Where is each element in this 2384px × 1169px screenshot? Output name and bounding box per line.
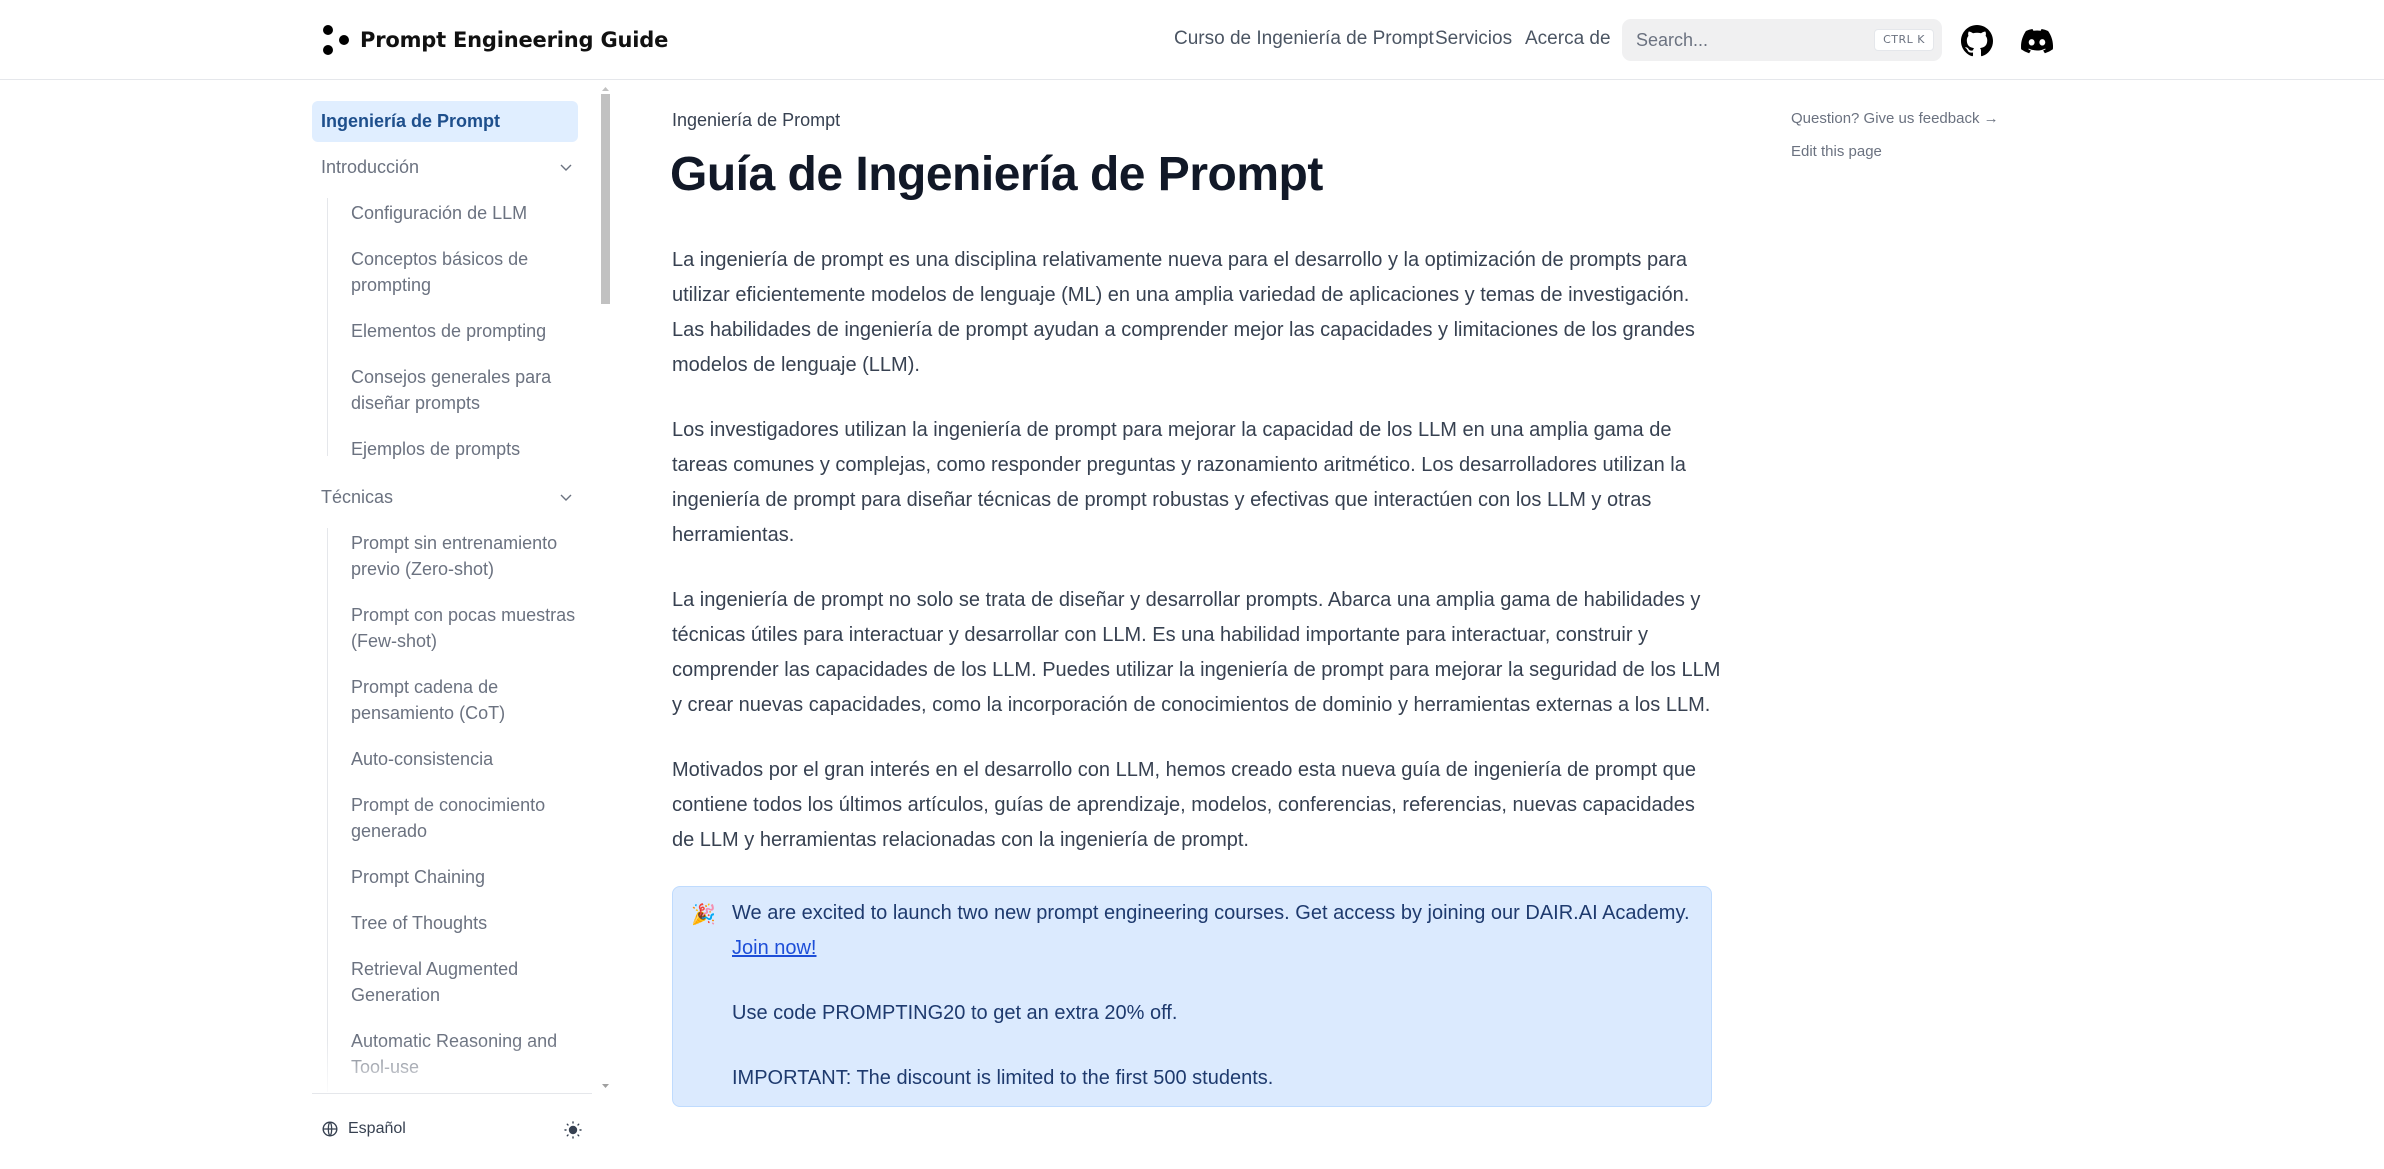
sidebar-item[interactable]: Prompt sin entrenamiento previo (Zero-sh… xyxy=(351,530,576,582)
nav-link-services[interactable]: Servicios xyxy=(1435,28,1512,50)
sidebar-item[interactable]: Consejos generales para diseñar prompts xyxy=(351,364,576,416)
callout-text: We are excited to launch two new prompt … xyxy=(732,902,1690,924)
github-icon xyxy=(1961,25,1993,57)
discord-icon xyxy=(2021,29,2053,54)
search-box: CTRL K xyxy=(1622,19,1942,61)
paragraph: La ingeniería de prompt es una disciplin… xyxy=(672,249,1695,376)
language-label: Español xyxy=(348,1120,406,1137)
nav-link-about[interactable]: Acerca de xyxy=(1525,28,1611,50)
sidebar-item[interactable]: Ejemplos de prompts xyxy=(351,436,576,462)
paragraph: Motivados por el gran interés en el desa… xyxy=(672,759,1696,851)
sidebar-item[interactable]: Configuración de LLM xyxy=(351,200,576,226)
sidebar-section-introduccion[interactable]: Introducción xyxy=(321,154,587,180)
announcement-callout: 🎉 We are excited to launch two new promp… xyxy=(672,886,1712,1107)
discord-link[interactable] xyxy=(2020,24,2054,58)
edit-page-link[interactable]: Edit this page xyxy=(1791,143,1882,160)
paragraph: La ingeniería de prompt no solo se trata… xyxy=(672,589,1721,716)
sidebar-section-label: Introducción xyxy=(321,157,420,177)
sidebar-section-label: Técnicas xyxy=(321,487,394,507)
sidebar-item[interactable]: Retrieval Augmented Generation xyxy=(351,956,576,1008)
sidebar-tree-line xyxy=(327,528,328,1092)
chevron-down-icon xyxy=(560,494,572,501)
top-navbar: Prompt Engineering Guide Curso de Ingeni… xyxy=(0,0,2384,80)
sidebar-section-tecnicas[interactable]: Técnicas xyxy=(321,484,587,510)
sidebar-item[interactable]: Prompt Chaining xyxy=(351,864,576,890)
nav-link-course[interactable]: Curso de Ingeniería de Prompt xyxy=(1174,28,1434,50)
paragraph: Los investigadores utilizan la ingenierí… xyxy=(672,419,1686,546)
github-link[interactable] xyxy=(1960,24,1994,58)
site-logo-link[interactable]: Prompt Engineering Guide xyxy=(322,24,668,56)
feedback-link[interactable]: Question? Give us feedback → xyxy=(1791,110,1999,127)
theme-toggle-sun-icon[interactable] xyxy=(564,1121,582,1139)
sidebar-item[interactable]: Prompt con pocas muestras (Few-shot) xyxy=(351,602,576,654)
sidebar-item[interactable]: Elementos de prompting xyxy=(351,318,576,344)
chevron-down-icon xyxy=(560,164,572,171)
scroll-down-arrow-icon[interactable] xyxy=(601,1083,610,1089)
logo-icon xyxy=(323,25,349,55)
site-title: Prompt Engineering Guide xyxy=(360,28,669,52)
page-title: Guía de Ingeniería de Prompt xyxy=(670,148,1323,201)
sidebar-item[interactable]: Auto-consistencia xyxy=(351,746,576,772)
callout-discount-code: Use code PROMPTING20 to get an extra 20%… xyxy=(732,1002,1178,1024)
sidebar-item[interactable]: Prompt de conocimiento generado xyxy=(351,792,576,844)
search-shortcut-hint: CTRL K xyxy=(1874,29,1934,51)
sidebar-item[interactable]: Tree of Thoughts xyxy=(351,910,576,936)
callout-important-note: IMPORTANT: The discount is limited to th… xyxy=(732,1067,1274,1089)
join-now-link[interactable]: Join now! xyxy=(732,931,817,966)
sidebar-scrollbar-thumb[interactable] xyxy=(601,94,610,304)
sidebar-nav: Ingeniería de Prompt Introducción Config… xyxy=(312,86,612,1092)
sidebar-item-prompt-engineering[interactable]: Ingeniería de Prompt xyxy=(312,101,578,142)
sidebar-item[interactable]: Prompt cadena de pensamiento (CoT) xyxy=(351,674,576,726)
globe-icon xyxy=(322,1121,338,1137)
language-switcher[interactable]: Español xyxy=(322,1120,406,1138)
breadcrumb: Ingeniería de Prompt xyxy=(672,110,841,130)
party-popper-icon: 🎉 xyxy=(691,904,716,926)
sidebar-item[interactable]: Conceptos básicos de prompting xyxy=(351,246,576,298)
sidebar-item[interactable]: Automatic Reasoning and Tool-use xyxy=(351,1028,576,1080)
sidebar-tree-line xyxy=(327,198,328,456)
scroll-up-arrow-icon[interactable] xyxy=(601,86,610,92)
sidebar-footer-divider xyxy=(312,1093,592,1094)
